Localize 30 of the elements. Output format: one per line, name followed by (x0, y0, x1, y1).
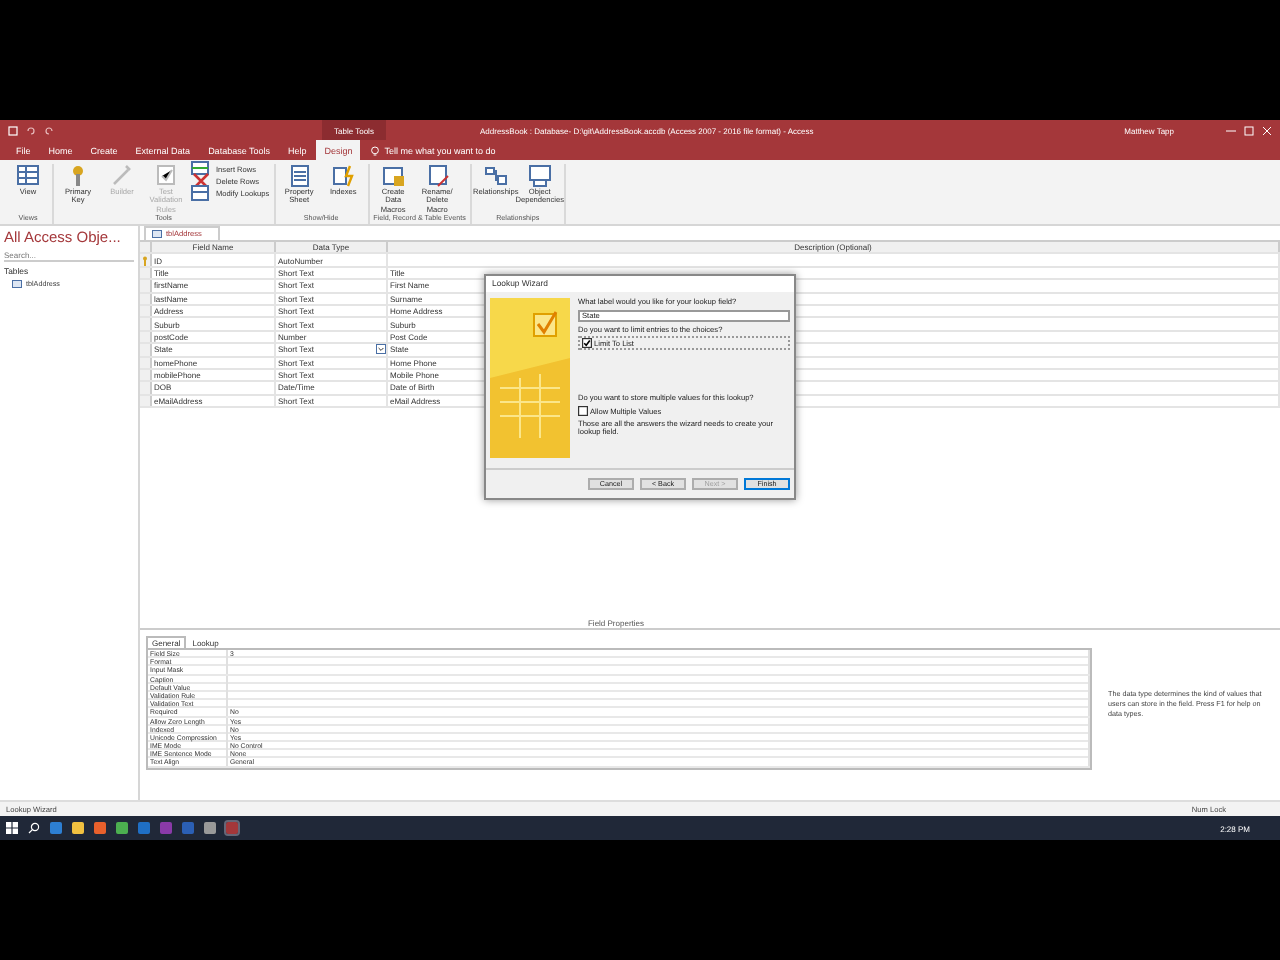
corner-header[interactable] (140, 242, 152, 253)
limit-checkbox[interactable] (582, 338, 592, 348)
row-selector[interactable] (140, 395, 152, 407)
folder-icon[interactable] (72, 822, 84, 834)
row-selector[interactable] (140, 382, 152, 394)
row-selector[interactable] (140, 267, 152, 279)
redo-icon[interactable] (44, 125, 54, 135)
row-selector[interactable] (140, 293, 152, 304)
row-selector[interactable] (140, 305, 152, 317)
multiple-values-checkbox[interactable] (578, 406, 588, 416)
row-selector[interactable] (140, 344, 152, 356)
row-selector[interactable] (140, 357, 152, 368)
row-selector[interactable] (140, 331, 152, 343)
row-selector[interactable] (140, 254, 152, 266)
row-selector[interactable] (140, 280, 152, 292)
key-icon (142, 255, 148, 266)
lightbulb-icon (370, 145, 381, 157)
search-icon[interactable] (28, 822, 40, 834)
app-icon[interactable] (50, 822, 62, 834)
windows-logo-icon[interactable] (6, 822, 18, 834)
save-icon[interactable] (8, 125, 18, 135)
row-selector[interactable] (140, 369, 152, 381)
dropdown-icon[interactable] (376, 344, 386, 355)
row-selector[interactable] (140, 318, 152, 330)
close-icon[interactable] (1262, 125, 1272, 135)
table-icon (12, 280, 22, 288)
table-icon (152, 230, 162, 238)
undo-icon[interactable] (26, 125, 36, 135)
maximize-icon[interactable] (1244, 125, 1254, 135)
minimize-icon[interactable] (1226, 125, 1236, 135)
